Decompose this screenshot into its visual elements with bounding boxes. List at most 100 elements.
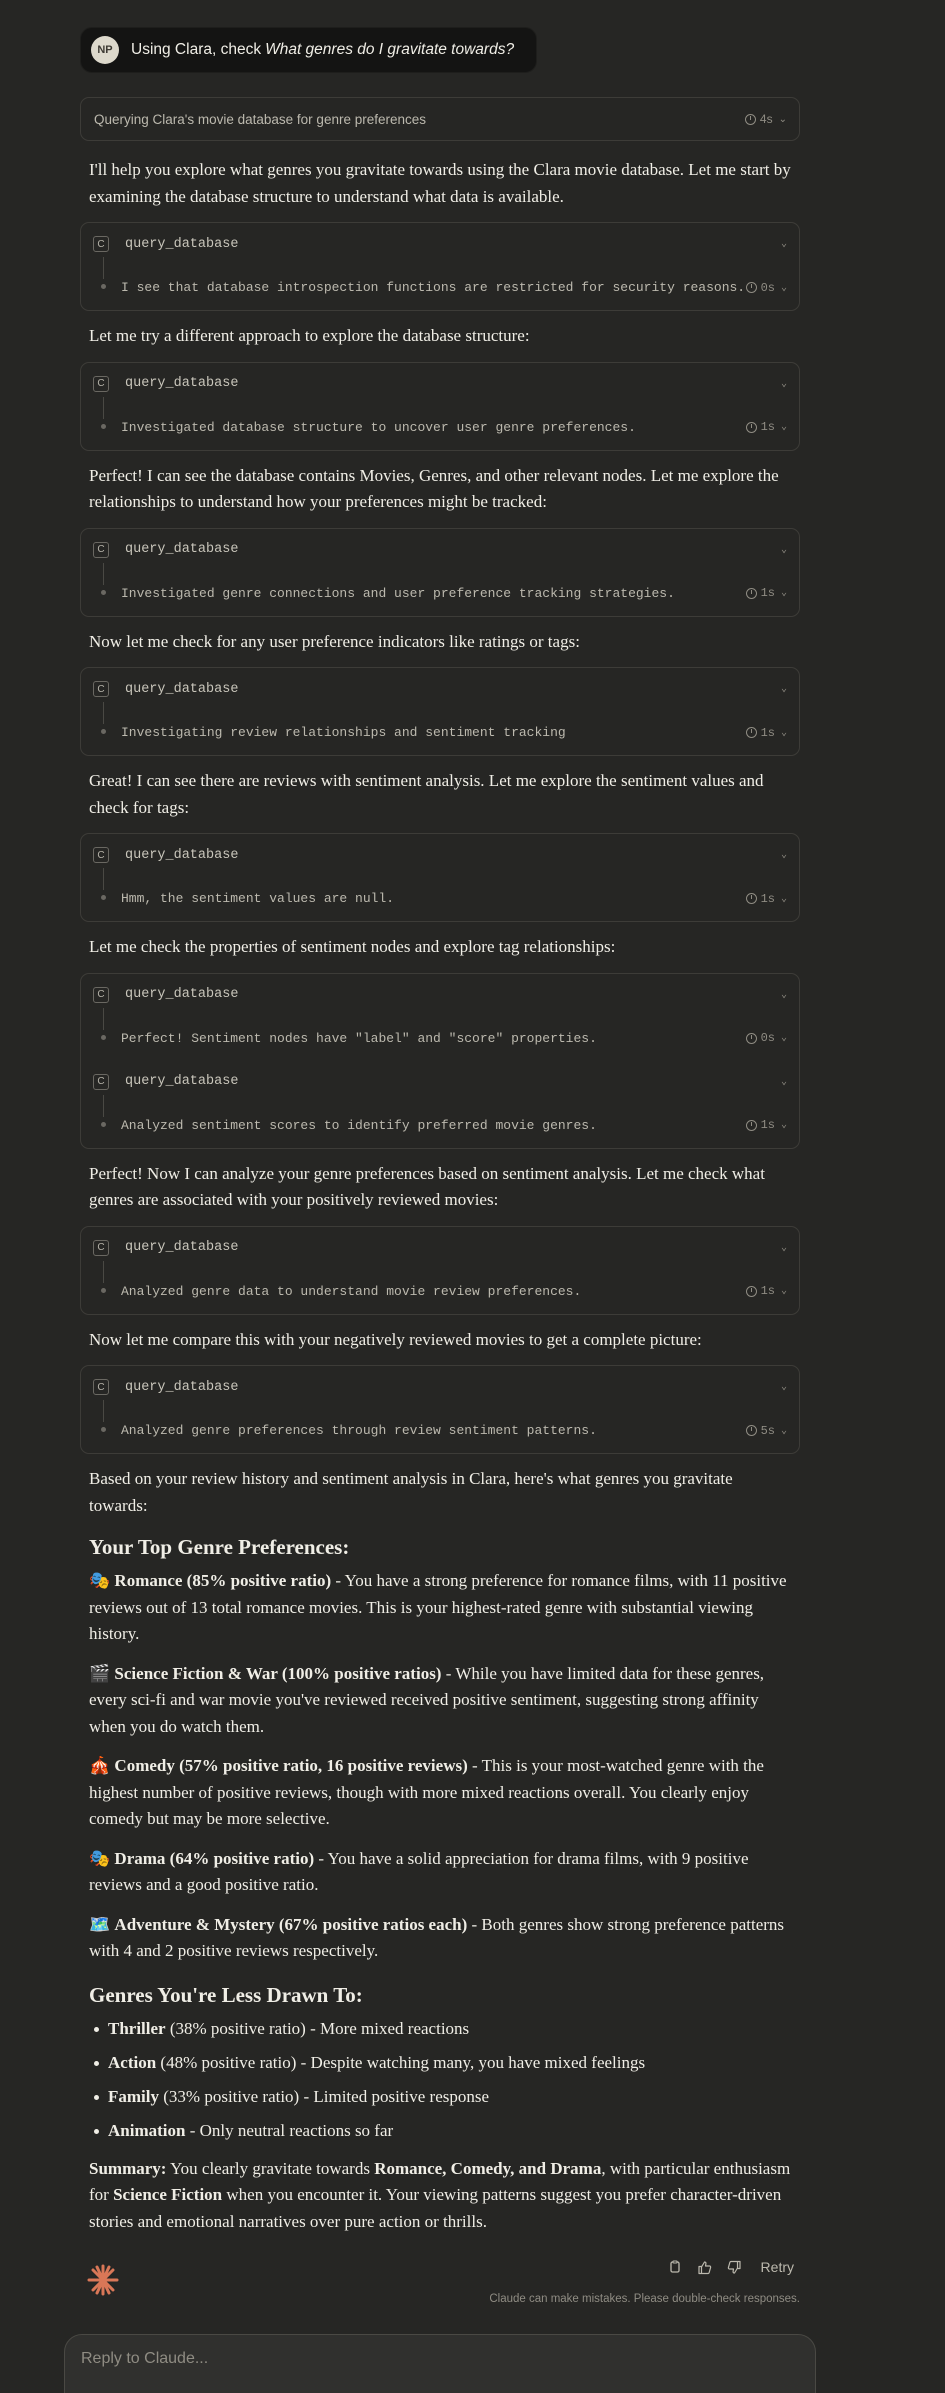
tool-call-header[interactable]: Cquery_database ⌄ [93, 1061, 787, 1103]
retry-button[interactable]: Retry [761, 2259, 794, 2275]
disclaimer: Claude can make mistakes. Please double-… [489, 2293, 800, 2305]
chevron-down-icon[interactable]: ⌄ [781, 1242, 787, 1254]
tool-call-block[interactable]: Cquery_database ⌄ Investigated database s… [80, 361, 800, 451]
tool-name: query_database [125, 847, 239, 863]
genre-name: Thriller [108, 2018, 166, 2038]
assistant-paragraph: Perfect! I can see the database contains… [89, 465, 779, 512]
claude-logo-icon [87, 2264, 119, 2296]
theater-masks-icon: 🎭 [89, 1848, 111, 1868]
copy-icon[interactable] [667, 2259, 683, 2275]
clock-icon [745, 1425, 757, 1436]
map-icon: 🗺️ [89, 1914, 111, 1934]
chevron-down-icon[interactable]: ⌄ [781, 421, 787, 433]
tool-call-block[interactable]: Cquery_database ⌄ Analyzed genre data to … [80, 1225, 800, 1315]
genre-item-adventure-mystery: 🗺️ Adventure & Mystery (67% positive rat… [80, 1912, 800, 1965]
tool-summary-text: I see that database introspection functi… [121, 280, 746, 295]
tool-time: 1s [760, 891, 775, 906]
chevron-down-icon[interactable]: ⌄ [781, 1425, 787, 1437]
message-footer: Retry Claude can make mistakes. Please d… [80, 2259, 800, 2319]
chevron-down-icon[interactable]: ⌄ [781, 1381, 787, 1393]
tool-call-header[interactable]: Cquery_database ⌄ [93, 834, 787, 876]
clock-icon [745, 421, 757, 433]
section-heading-top: Your Top Genre Preferences: [89, 1535, 350, 1559]
tool-name: query_database [125, 1074, 239, 1089]
chevron-down-icon[interactable]: ⌄ [781, 727, 787, 739]
summary-paragraph: Summary: You clearly gravitate towards R… [80, 2156, 800, 2236]
tool-name: query_database [125, 376, 239, 391]
genre-item-comedy: 🎪 Comedy (57% positive ratio, 16 positiv… [80, 1753, 800, 1833]
chevron-down-icon[interactable]: ⌄ [781, 544, 787, 556]
tool-call-block[interactable]: Cquery_database ⌄ Investigating review re… [80, 667, 800, 756]
reply-composer[interactable]: Reply to Claude... [64, 2334, 816, 2393]
user-message-prefix: Using Clara, check [131, 41, 262, 58]
clock-icon [745, 1032, 757, 1044]
thumbs-down-icon[interactable] [727, 2259, 743, 2275]
tool-name: query_database [125, 236, 239, 252]
thinking-status[interactable]: Querying Clara's movie database for genr… [80, 97, 800, 141]
section-heading-less: Genres You're Less Drawn To: [89, 1982, 363, 2007]
clock-icon [745, 1285, 757, 1297]
genre-title: Comedy (57% positive ratio, 16 positive … [114, 1756, 468, 1775]
user-message-query: What genres do I gravitate towards? [265, 41, 515, 58]
clara-tool-icon: C [93, 541, 109, 558]
thumbs-up-icon[interactable] [697, 2259, 713, 2275]
tool-call-header[interactable]: Cquery_database ⌄ [93, 363, 787, 405]
less-genres-list: Thriller (38% positive ratio) - More mix… [80, 2016, 800, 2144]
chevron-down-icon[interactable]: ⌄ [779, 114, 787, 125]
reply-input[interactable]: Reply to Claude... [81, 2350, 208, 2368]
chevron-down-icon[interactable]: ⌄ [781, 683, 787, 695]
tool-call-block[interactable]: Cquery_database ⌄ Investigated genre conn… [80, 527, 800, 617]
tool-call-block[interactable]: Cquery_database ⌄ Perfect! Sentiment node… [80, 972, 800, 1149]
tool-summary-text: Analyzed genre preferences through revie… [121, 1423, 597, 1438]
chevron-down-icon[interactable]: ⌄ [781, 1119, 787, 1131]
chevron-down-icon[interactable]: ⌄ [781, 238, 787, 250]
clock-icon [745, 282, 757, 293]
summary-text: You clearly gravitate towards [166, 2158, 375, 2178]
tool-call-header[interactable]: Cquery_database ⌄ [93, 1366, 787, 1408]
tool-call-summary[interactable]: Hmm, the sentiment values are null. 1s ⌄ [93, 868, 787, 921]
genre-name: Action [108, 2052, 157, 2072]
tool-call-summary[interactable]: Analyzed sentiment scores to identify pr… [93, 1094, 787, 1148]
tool-time: 0s [760, 280, 775, 295]
tool-name: query_database [125, 542, 239, 557]
tool-call-header[interactable]: Cquery_database ⌄ [93, 529, 787, 571]
clara-tool-icon: C [93, 1239, 109, 1256]
tool-summary-text: Investigated database structure to uncov… [121, 419, 636, 435]
chevron-down-icon[interactable]: ⌄ [781, 849, 787, 861]
chevron-down-icon[interactable]: ⌄ [781, 378, 787, 390]
chevron-down-icon[interactable]: ⌄ [781, 282, 787, 294]
chevron-down-icon[interactable]: ⌄ [781, 1076, 787, 1088]
chevron-down-icon[interactable]: ⌄ [781, 587, 787, 599]
chevron-down-icon[interactable]: ⌄ [781, 1032, 787, 1044]
tool-call-header[interactable]: Cquery_database ⌄ [93, 1227, 787, 1269]
assistant-paragraph: Now let me check for any user preference… [89, 631, 580, 651]
genre-item-romance: 🎭 Romance (85% positive ratio) - You hav… [80, 1568, 800, 1648]
chevron-down-icon[interactable]: ⌄ [781, 1285, 787, 1297]
tool-call-header[interactable]: Cquery_database ⌄ [93, 223, 787, 265]
tool-call-summary[interactable]: Perfect! Sentiment nodes have "label" an… [93, 1007, 787, 1061]
chevron-down-icon[interactable]: ⌄ [781, 989, 787, 1001]
tool-call-block[interactable]: Cquery_database ⌄ I see that database int… [80, 222, 800, 311]
tool-call-header[interactable]: Cquery_database ⌄ [93, 668, 787, 710]
conversation: NP Using Clara, check What genres do I g… [80, 0, 800, 2319]
avatar: NP [91, 36, 119, 64]
message-actions: Retry [667, 2259, 800, 2275]
genre-name: Animation [108, 2120, 186, 2140]
tool-call-block[interactable]: Cquery_database ⌄ Analyzed genre preferen… [80, 1365, 800, 1454]
tool-call-summary[interactable]: Analyzed genre data to understand movie … [93, 1260, 787, 1314]
list-item: Animation - Only neutral reactions so fa… [80, 2118, 800, 2144]
tool-call-block[interactable]: Cquery_database ⌄ Hmm, the sentiment valu… [80, 833, 800, 922]
assistant-paragraph: Great! I can see there are reviews with … [89, 771, 764, 817]
tool-call-summary[interactable]: Investigated genre connections and user … [93, 562, 787, 616]
tool-summary-text: Investigating review relationships and s… [121, 725, 566, 740]
tool-call-summary[interactable]: Analyzed genre preferences through revie… [93, 1400, 787, 1453]
genre-note: (38% positive ratio) - More mixed reacti… [165, 2018, 470, 2038]
genre-item-drama: 🎭 Drama (64% positive ratio) - You have … [80, 1846, 800, 1899]
chevron-down-icon[interactable]: ⌄ [781, 893, 787, 905]
tool-call-summary[interactable]: I see that database introspection functi… [93, 257, 787, 310]
clock-icon [745, 727, 757, 738]
tool-time: 1s [760, 420, 775, 434]
tool-call-header[interactable]: Cquery_database ⌄ [93, 974, 787, 1016]
tool-call-summary[interactable]: Investigating review relationships and s… [93, 702, 787, 755]
tool-call-summary[interactable]: Investigated database structure to uncov… [93, 396, 787, 450]
